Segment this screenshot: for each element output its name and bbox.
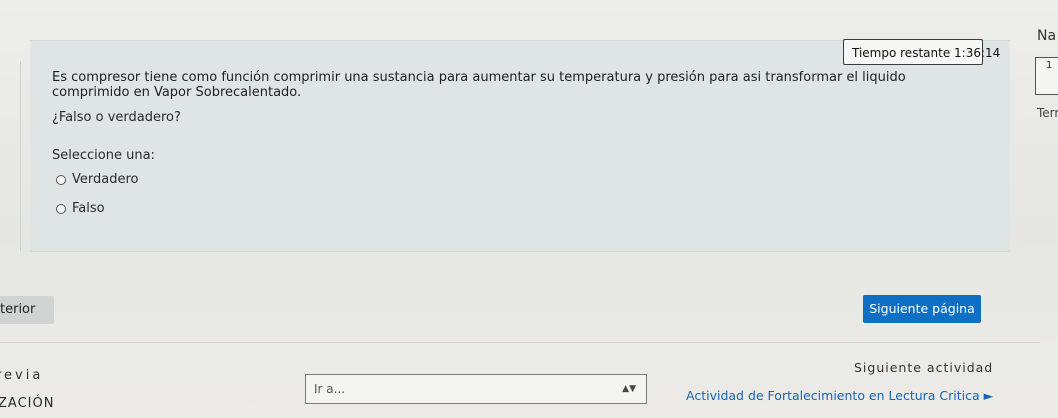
select-one-label: Seleccione una:: [52, 148, 155, 163]
question-number: 1: [1046, 60, 1053, 71]
previous-activity-link[interactable]: ZACIÓN: [0, 396, 54, 411]
option-true[interactable]: Verdadero: [56, 172, 138, 187]
finish-attempt-link[interactable]: Terr: [1037, 106, 1058, 120]
quiz-page: Tiempo restante 1:36:14 Es compresor tie…: [0, 0, 1058, 418]
jump-to-placeholder: Ir a...: [314, 382, 346, 396]
jump-to-select[interactable]: Ir a... ▲▼: [305, 374, 647, 404]
question-text: Es compresor tiene como función comprimi…: [52, 70, 906, 100]
next-activity-label: Siguiente actividad: [854, 360, 994, 375]
previous-page-button[interactable]: terior: [0, 296, 54, 324]
next-activity-link[interactable]: Actividad de Fortalecimiento en Lectura …: [686, 388, 993, 403]
select-arrows-icon: ▲▼: [622, 384, 636, 394]
true-false-prompt: ¿Falso o verdadero?: [52, 110, 181, 125]
option-label: Falso: [72, 201, 105, 216]
option-label: Verdadero: [72, 172, 139, 187]
next-page-button[interactable]: Siguiente página: [863, 295, 981, 323]
radio-button[interactable]: [56, 203, 66, 214]
option-false[interactable]: Falso: [56, 201, 105, 216]
previous-activity-label: revia: [0, 368, 44, 383]
question-info-edge: [10, 61, 21, 251]
divider: [0, 342, 1040, 343]
time-remaining: Tiempo restante 1:36:14: [843, 39, 1000, 65]
quiz-navigation-item-1[interactable]: 1: [1035, 57, 1058, 95]
quiz-navigation-title: Na: [1037, 28, 1057, 44]
radio-button[interactable]: [56, 174, 66, 185]
